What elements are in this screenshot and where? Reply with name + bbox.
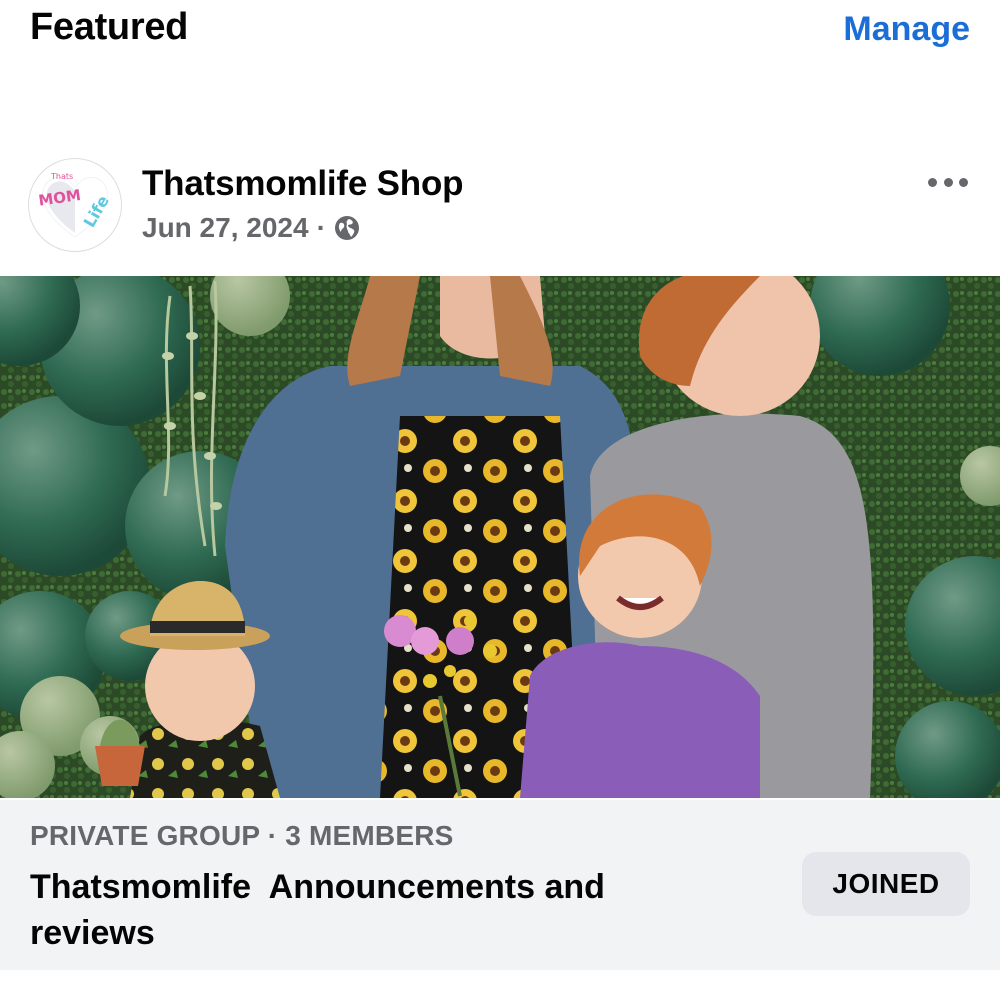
thatsmomlife-logo: Thats MOM Life [37, 172, 113, 238]
avatar[interactable]: Thats MOM Life [28, 158, 122, 252]
more-dot [959, 177, 968, 187]
post-header: Thats MOM Life Thatsmomlife Shop Jun 27,… [0, 150, 1000, 260]
meta-separator: · [316, 212, 326, 243]
post-author[interactable]: Thatsmomlife Shop [142, 164, 464, 204]
more-dot [943, 177, 953, 187]
svg-text:Thats: Thats [50, 172, 73, 181]
group-meta: PRIVATE GROUP · 3 MEMBERS [30, 820, 454, 851]
manage-link[interactable]: Manage [843, 10, 970, 49]
joined-button[interactable]: JOINED [802, 852, 970, 916]
globe-icon [334, 216, 359, 240]
more-options-icon[interactable] [928, 172, 968, 192]
more-dot [928, 177, 937, 187]
featured-title: Featured [30, 6, 189, 48]
post-date[interactable]: Jun 27, 2024 [142, 212, 309, 244]
family-photo [0, 276, 1000, 798]
group-name[interactable]: Thatsmomlife Announcements and reviews [30, 864, 730, 956]
group-card-footer[interactable]: PRIVATE GROUP · 3 MEMBERS Thatsmomlife A… [0, 800, 1000, 970]
featured-header: Featured Manage [0, 0, 1000, 70]
post-meta: Jun 27, 2024 · [142, 212, 360, 244]
group-cover-photo[interactable] [0, 276, 1000, 798]
